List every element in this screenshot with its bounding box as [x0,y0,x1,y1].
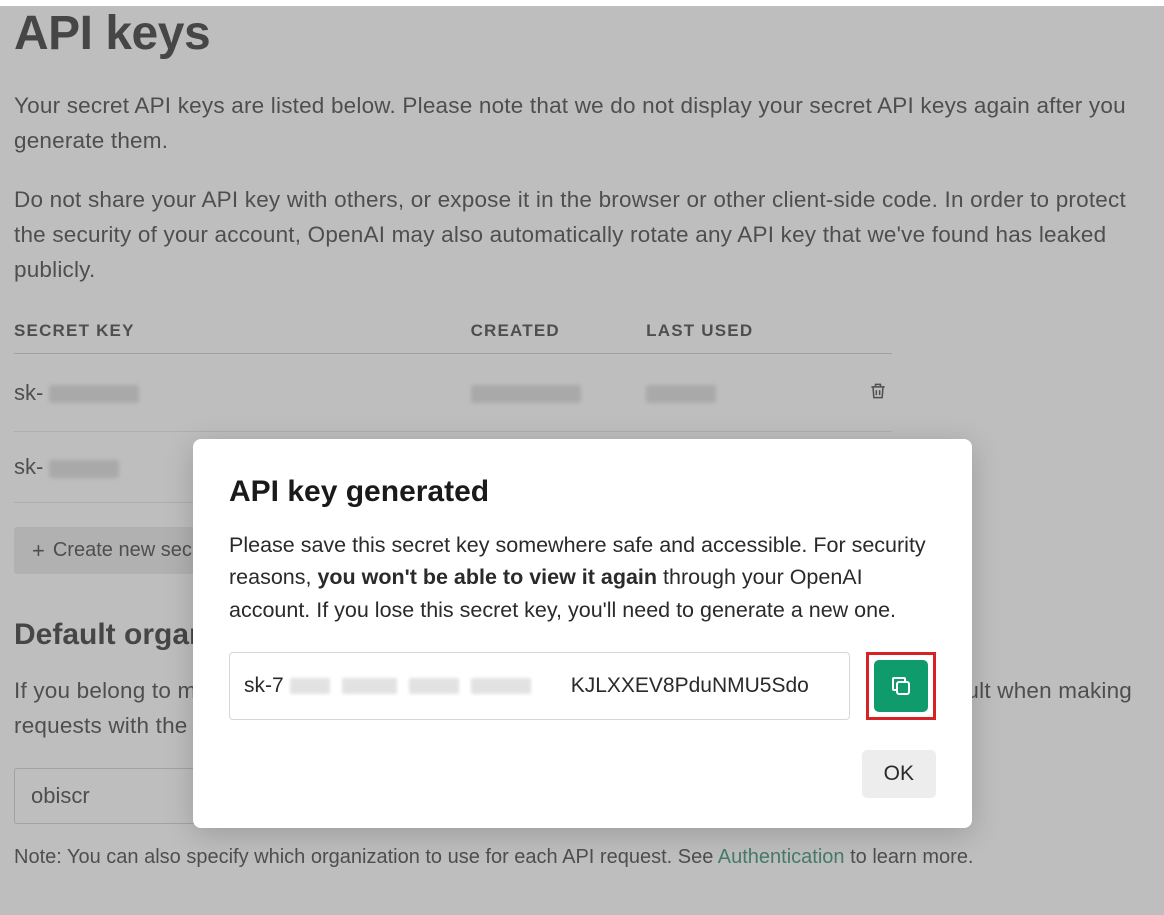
key-suffix-text: KJLXXEV8PduNMU5Sdo [571,674,809,698]
modal-text-bold: you won't be able to view it again [317,565,657,589]
ok-button[interactable]: OK [862,750,936,798]
key-prefix-text: sk-7 [244,674,284,698]
modal-overlay: API key generated Please save this secre… [0,6,1164,915]
generated-key-field[interactable]: sk-7 KJLXXEV8PduNMU5Sdo [229,652,850,720]
key-masked-segment [290,678,330,694]
copy-button-highlight [866,652,936,720]
modal-description: Please save this secret key somewhere sa… [229,529,936,626]
copy-key-button[interactable] [874,660,928,712]
key-masked-segment [409,678,459,694]
key-masked-segment [342,678,397,694]
copy-icon [889,674,913,698]
key-masked-segment [471,678,531,694]
modal-title: API key generated [229,475,936,509]
api-key-generated-modal: API key generated Please save this secre… [193,439,972,828]
